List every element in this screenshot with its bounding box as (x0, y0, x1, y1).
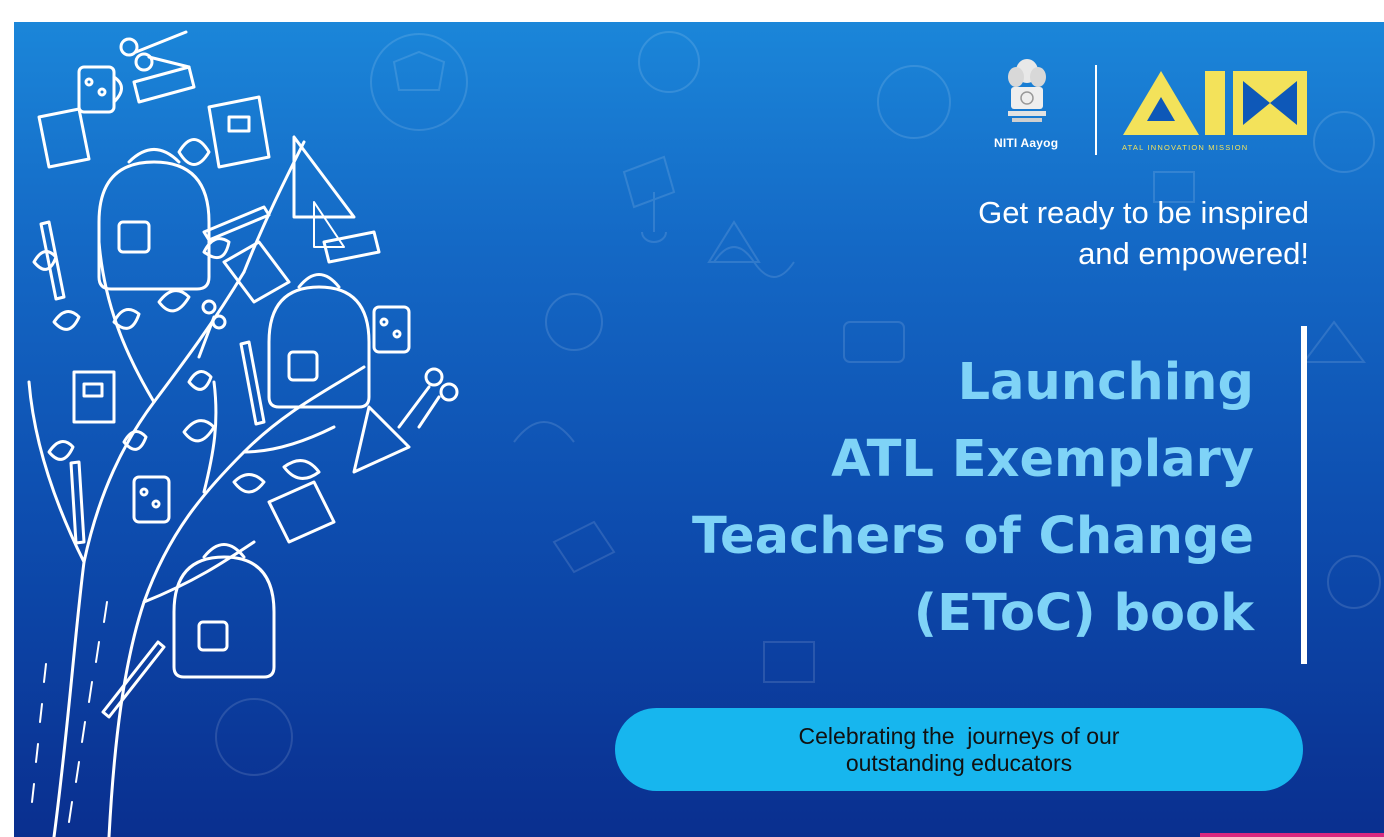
banner: NITI Aayog ATAL INNOVATION MISSION Get r… (14, 22, 1384, 837)
scissors-icon (397, 367, 459, 429)
book-icon (267, 480, 336, 544)
aim-tagline: ATAL INNOVATION MISSION (1122, 143, 1249, 152)
pencil-icon (69, 460, 86, 545)
main-title: Launching ATL Exemplary Teachers of Chan… (534, 344, 1254, 652)
set-square-icon (352, 405, 411, 474)
subtitle-line-1: Get ready to be inspired (978, 195, 1309, 230)
partner-logos: NITI Aayog ATAL INNOVATION MISSION (994, 57, 1324, 157)
scissors-icon (119, 30, 191, 72)
title-accent-bar (1301, 326, 1307, 664)
pencil-icon (101, 640, 166, 719)
title-line-1: Launching (957, 353, 1254, 412)
title-line-3: Teachers of Change (692, 507, 1254, 566)
aim-logo (1123, 71, 1307, 135)
set-square-icon (292, 135, 356, 219)
tagline-pill: Celebrating the journeys of our outstand… (615, 708, 1303, 791)
book-icon (222, 240, 291, 304)
book-icon (37, 107, 91, 169)
pill-line-2: outstanding educators (845, 749, 1073, 776)
niti-aayog-label: NITI Aayog (994, 136, 1059, 150)
national-emblem-icon (1008, 59, 1046, 122)
title-line-4: (EToC) book (913, 584, 1254, 643)
corner-accent (1200, 833, 1384, 837)
book-icon (72, 370, 116, 424)
backpack-icon (97, 148, 211, 291)
backpack-icon (267, 273, 371, 409)
logo-divider (1095, 65, 1097, 155)
backpack-icon (172, 543, 276, 679)
book-icon (207, 95, 271, 169)
pencil-icon (239, 340, 266, 426)
pencil-icon (39, 220, 66, 301)
title-line-2: ATL Exemplary (831, 430, 1254, 489)
book-icon (132, 65, 196, 104)
subtitle-line-2: and empowered! (1078, 236, 1309, 271)
subtitle: Get ready to be inspired and empowered! (714, 192, 1309, 274)
tree-illustration (27, 30, 459, 837)
pill-line-1: Celebrating the journeys of our (798, 722, 1120, 749)
